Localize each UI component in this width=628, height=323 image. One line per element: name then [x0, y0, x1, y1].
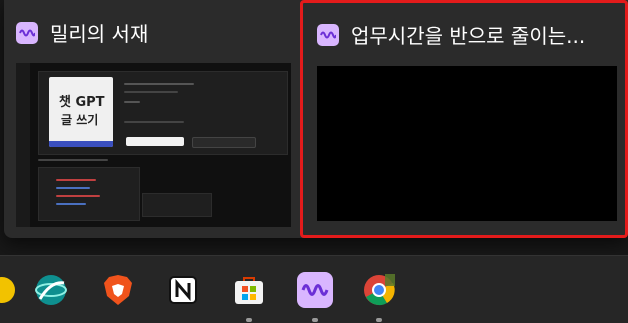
preview-chart-card: [38, 167, 140, 221]
taskbar-app-chrome[interactable]: [359, 272, 399, 312]
taskbar-preview-flyout: 밀리의 서재 챗 GPT 글 쓰기 업무시간을 반으로 줄이는...: [4, 0, 628, 238]
wave-icon: [16, 21, 38, 44]
taskbar-app-microsoft-store[interactable]: [229, 272, 269, 312]
running-indicator: [312, 318, 318, 322]
book-cover-line1: 챗 GPT: [59, 95, 105, 110]
book-cover-line2: 글 쓰기: [61, 113, 99, 127]
window-thumbnail-document[interactable]: 업무시간을 반으로 줄이는...: [300, 0, 628, 238]
thumbnail-title-text: 밀리의 서재: [50, 22, 149, 46]
preview-book-cover: 챗 GPT 글 쓰기: [49, 77, 113, 147]
taskbar-app-partial[interactable]: [0, 272, 22, 312]
teal-globe-icon: [34, 273, 68, 311]
preview-info-card: [142, 193, 212, 217]
window-preview-image: 챗 GPT 글 쓰기: [16, 63, 291, 227]
taskbar-app-notion[interactable]: [163, 272, 203, 312]
taskbar-app-brave[interactable]: [98, 272, 138, 312]
yellow-circle-icon: [0, 275, 17, 309]
notion-icon: [168, 275, 198, 309]
taskbar: [0, 255, 628, 323]
taskbar-app-globe[interactable]: [31, 272, 71, 312]
window-thumbnail-millie[interactable]: 밀리의 서재 챗 GPT 글 쓰기: [4, 0, 298, 238]
brave-lion-icon: [103, 274, 133, 310]
chrome-icon: [363, 274, 395, 310]
window-preview-image: [317, 66, 617, 221]
preview-sidebar: [16, 63, 30, 227]
thumbnail-title: 업무시간을 반으로 줄이는...: [317, 20, 585, 49]
desktop: 밀리의 서재 챗 GPT 글 쓰기 업무시간을 반으로 줄이는...: [0, 0, 628, 323]
running-indicator: [376, 318, 382, 322]
wave-icon: [297, 272, 333, 312]
wave-icon: [317, 23, 339, 46]
running-indicator: [246, 318, 252, 322]
thumbnail-title: 밀리의 서재: [16, 18, 148, 47]
taskbar-app-millie[interactable]: [295, 272, 335, 312]
store-bag-icon: [233, 274, 265, 310]
thumbnail-title-text: 업무시간을 반으로 줄이는...: [351, 24, 586, 48]
